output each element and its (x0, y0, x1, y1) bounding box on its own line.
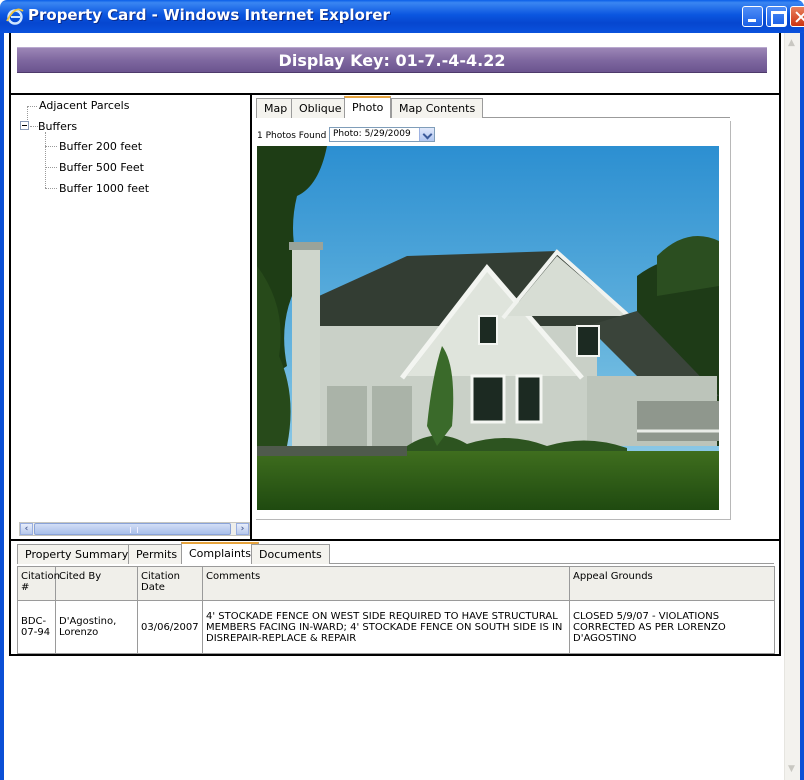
scroll-right-icon[interactable]: › (236, 523, 249, 535)
comments: 4' STOCKADE FENCE ON WEST SIDE REQUIRED … (202, 600, 570, 654)
minimize-button[interactable] (742, 6, 763, 27)
column-header[interactable]: Citation Date (137, 566, 203, 601)
table-header-row: Citation # Cited By Citation Date Commen… (17, 566, 775, 601)
chevron-down-icon[interactable] (419, 128, 434, 141)
tree-item-adjacent-parcels[interactable]: Adjacent Parcels (39, 99, 129, 112)
complaints-table: Citation # Cited By Citation Date Commen… (17, 566, 775, 654)
tab-permits[interactable]: Permits (128, 544, 186, 564)
tab-oblique[interactable]: Oblique (291, 98, 350, 118)
close-button[interactable] (790, 6, 804, 27)
internet-explorer-icon (6, 8, 24, 25)
scroll-left-icon[interactable]: ‹ (20, 523, 33, 535)
tab-property-summary[interactable]: Property Summary (17, 544, 137, 564)
column-header[interactable]: Appeal Grounds (569, 566, 775, 601)
scroll-thumb[interactable] (34, 523, 231, 535)
photos-found-count: 1 Photos Found (257, 131, 327, 141)
tree-horizontal-scrollbar[interactable]: ‹ › (19, 522, 250, 536)
tab-complaints[interactable]: Complaints (181, 542, 259, 564)
property-photo (257, 146, 719, 510)
tab-map[interactable]: Map (256, 98, 296, 118)
column-header[interactable]: Cited By (55, 566, 138, 601)
citation-number: BDC-07-94 (17, 600, 56, 654)
tree-item-buffer-1000[interactable]: Buffer 1000 feet (59, 182, 149, 195)
tree-item-buffers[interactable]: Buffers (38, 120, 77, 133)
header-divider (9, 93, 781, 95)
window-frame-left (0, 33, 4, 780)
tree-item-buffer-500[interactable]: Buffer 500 Feet (59, 161, 144, 174)
column-header[interactable]: Citation # (17, 566, 60, 601)
scroll-up-icon[interactable]: ▲ (788, 39, 797, 48)
collapse-icon[interactable] (20, 121, 29, 130)
appeal-grounds: CLOSED 5/9/07 - VIOLATIONS CORRECTED AS … (569, 600, 775, 654)
citation-date: 03/06/2007 (137, 600, 203, 654)
tab-map-contents[interactable]: Map Contents (391, 98, 484, 118)
column-header[interactable]: Comments (202, 566, 570, 601)
page-scrollbar[interactable]: ▲ ▼ (784, 33, 800, 780)
window-title: Property Card - Windows Internet Explore… (28, 6, 390, 24)
scroll-down-icon[interactable]: ▼ (788, 765, 797, 774)
tab-photo[interactable]: Photo (344, 96, 392, 118)
display-key-header: Display Key: 01-7.-4-4.22 (17, 47, 767, 73)
pane-divider[interactable] (250, 93, 252, 539)
tree-item-buffer-200[interactable]: Buffer 200 feet (59, 140, 142, 153)
tab-documents[interactable]: Documents (251, 544, 330, 564)
bottom-section-divider (9, 539, 781, 541)
table-row[interactable]: BDC-07-94 D'Agostino, Lorenzo 03/06/2007… (17, 600, 775, 654)
window-title-bar[interactable]: Property Card - Windows Internet Explore… (0, 0, 804, 33)
window-frame-right (800, 33, 804, 780)
cited-by: D'Agostino, Lorenzo (55, 600, 138, 654)
photo-date-selected: Photo: 5/29/2009 (333, 129, 411, 139)
maximize-button[interactable] (766, 6, 787, 27)
photo-date-select[interactable]: Photo: 5/29/2009 (329, 127, 435, 142)
